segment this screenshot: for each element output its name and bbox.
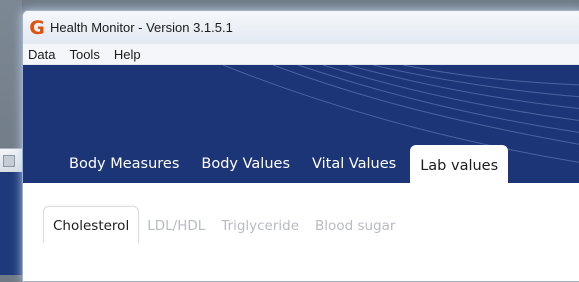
menu-tools[interactable]: Tools: [62, 47, 106, 62]
tab-lab-values[interactable]: Lab values: [410, 145, 509, 183]
subtab-cholesterol[interactable]: Cholesterol: [43, 206, 140, 243]
menu-bar: Data Tools Help: [23, 44, 579, 65]
subtab-blood-sugar[interactable]: Blood sugar: [307, 218, 403, 243]
header-banner: Body Measures Body Values Vital Values L…: [23, 65, 579, 183]
tab-body-values[interactable]: Body Values: [190, 156, 301, 183]
tab-vital-values[interactable]: Vital Values: [301, 156, 407, 183]
content-panel: Cholesterol LDL/HDL Triglyceride Blood s…: [23, 183, 579, 281]
app-logo-icon[interactable]: G: [27, 17, 47, 39]
sub-tab-bar: Cholesterol LDL/HDL Triglyceride Blood s…: [43, 206, 403, 243]
subtab-ldl-hdl[interactable]: LDL/HDL: [139, 218, 213, 243]
background-window-panel: [0, 172, 22, 275]
background-window: [0, 0, 22, 275]
subtab-triglyceride[interactable]: Triglyceride: [213, 218, 307, 243]
main-tab-bar: Body Measures Body Values Vital Values L…: [23, 135, 509, 183]
menu-data[interactable]: Data: [23, 47, 62, 62]
app-window: G Health Monitor - Version 3.1.5.1 Data …: [22, 10, 579, 282]
window-title: Health Monitor - Version 3.1.5.1: [50, 20, 233, 35]
background-square-icon: [3, 155, 15, 167]
menu-help[interactable]: Help: [107, 47, 148, 62]
tab-body-measures[interactable]: Body Measures: [23, 156, 190, 183]
title-bar[interactable]: G Health Monitor - Version 3.1.5.1: [23, 11, 579, 44]
background-window-toolbar: [0, 148, 22, 174]
